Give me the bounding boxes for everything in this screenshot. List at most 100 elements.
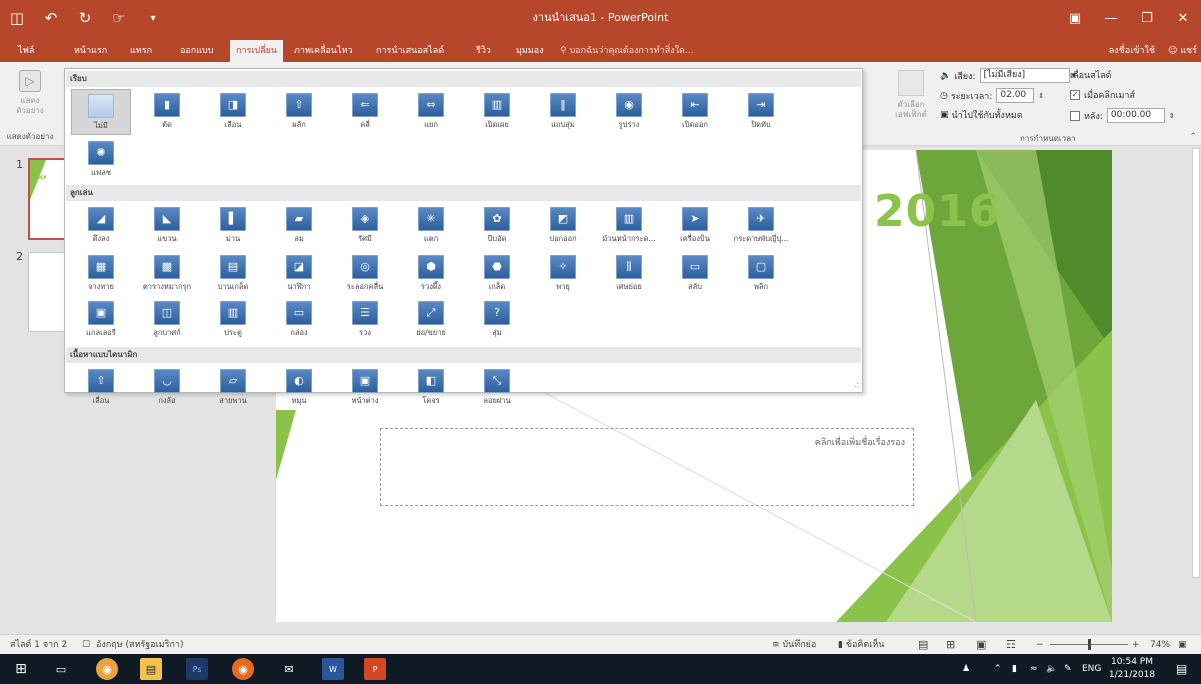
spell-check-icon[interactable]: ☐ xyxy=(82,635,90,655)
sound-dropdown[interactable]: [ไม่มีเสียง] xyxy=(979,68,1070,83)
touch-mode-icon[interactable]: ☞ xyxy=(102,0,136,36)
transition-subtle-8[interactable]: ◉ รูปร่าง xyxy=(599,89,659,135)
tab-insert[interactable]: แทรก xyxy=(124,40,158,62)
customize-icon[interactable]: ▾ xyxy=(136,0,170,36)
vertical-scrollbar[interactable] xyxy=(1191,146,1201,634)
tab-design[interactable]: ออกแบบ xyxy=(174,40,220,62)
transition-subtle-1[interactable]: ▮ ตัด xyxy=(137,89,197,135)
after-input[interactable]: 00:00.00 xyxy=(1106,108,1165,123)
wifi-icon[interactable]: ≈ xyxy=(1030,654,1038,684)
transition-subtle-2[interactable]: ◨ เลือน xyxy=(203,89,263,135)
transition-dynamic-4[interactable]: ▣ หน้าต่าง xyxy=(335,365,395,411)
transition-exciting-20[interactable]: ▭ สลับ xyxy=(665,251,725,297)
volume-icon[interactable]: 🔈 xyxy=(1046,654,1057,684)
comments-button[interactable]: ▮ ข้อคิดเห็น xyxy=(838,635,884,655)
transition-exciting-7[interactable]: ◩ ปอกออก xyxy=(533,203,593,249)
tab-file[interactable]: ไฟล์ xyxy=(12,40,40,62)
transition-exciting-17[interactable]: ⬣ เกล็ด xyxy=(467,251,527,297)
tab-review[interactable]: รีวิว xyxy=(470,40,497,62)
tell-me-box[interactable]: ⚲ บอกฉันว่าคุณต้องการทำสิ่งใด... xyxy=(560,40,693,62)
transition-exciting-13[interactable]: ▤ บานเกล็ด xyxy=(203,251,263,297)
transition-exciting-14[interactable]: ◪ นาฬิกา xyxy=(269,251,329,297)
transition-exciting-27[interactable]: ⤢ ย่อ/ขยาย xyxy=(401,297,461,343)
restore-icon[interactable]: ❐ xyxy=(1129,0,1165,36)
mail-icon[interactable]: ✉ xyxy=(278,658,300,680)
slideshow-view-icon[interactable]: ☶ xyxy=(1006,635,1016,655)
transition-exciting-24[interactable]: ▥ ประตู xyxy=(203,297,263,343)
transition-subtle-10[interactable]: ⇥ ปิดทับ xyxy=(731,89,791,135)
slide-thumbnail-2[interactable] xyxy=(28,252,68,332)
transition-exciting-9[interactable]: ➤ เครื่องบิน xyxy=(665,203,725,249)
transition-exciting-23[interactable]: ◫ ลูกบาศก์ xyxy=(137,297,197,343)
transition-subtle-9[interactable]: ⇤ เปิดออก xyxy=(665,89,725,135)
tab-transitions[interactable]: การเปลี่ยน xyxy=(230,40,284,62)
transition-exciting-16[interactable]: ⬢ รวงผึ้ง xyxy=(401,251,461,297)
fit-to-window-icon[interactable]: ▣ xyxy=(1178,635,1187,655)
subtitle-placeholder[interactable]: คลิกเพื่อเพิ่มชื่อเรื่องรอง xyxy=(380,428,914,506)
apply-all-button[interactable]: ▣ นำไปใช้กับทั้งหมด xyxy=(940,108,1023,122)
language-indicator[interactable]: อังกฤษ (สหรัฐอเมริกา) xyxy=(96,635,184,655)
transition-exciting-11[interactable]: ▦ จางหาย xyxy=(71,251,131,297)
after-spinner[interactable]: ⇕ xyxy=(1169,112,1175,120)
transition-subtle-6[interactable]: ▥ เปิดเผย xyxy=(467,89,527,135)
firefox-icon[interactable]: ◉ xyxy=(232,658,254,680)
zoom-out-icon[interactable]: − xyxy=(1036,635,1044,655)
transition-exciting-21[interactable]: ▢ พลิก xyxy=(731,251,791,297)
duration-input[interactable]: 02.00 xyxy=(996,88,1035,103)
effect-options-button[interactable]: ตัวเลือกเอฟเฟ็กต์ xyxy=(884,68,938,120)
transition-exciting-0[interactable]: ◢ ดึงลง xyxy=(71,203,131,249)
transition-subtle-4[interactable]: ⇐ คลี่ xyxy=(335,89,395,135)
transition-exciting-25[interactable]: ▭ กล่อง xyxy=(269,297,329,343)
transition-exciting-15[interactable]: ◎ ระลอกคลื่น xyxy=(335,251,395,297)
tab-view[interactable]: มุมมอง xyxy=(510,40,550,62)
photoshop-icon[interactable]: Ps xyxy=(186,658,208,680)
task-view-icon[interactable]: ▭ xyxy=(50,658,72,680)
tab-animations[interactable]: ภาพเคลื่อนไหว xyxy=(288,40,359,62)
battery-icon[interactable]: ▮ xyxy=(1012,654,1017,684)
transition-exciting-19[interactable]: ⫼ เศษย่อย xyxy=(599,251,659,297)
pen-icon[interactable]: ✎ xyxy=(1064,654,1072,684)
transition-exciting-18[interactable]: ✧ พายุ xyxy=(533,251,593,297)
windows-start-icon[interactable]: ⊞ xyxy=(10,658,32,680)
transition-exciting-2[interactable]: ▌ ม่าน xyxy=(203,203,263,249)
transition-exciting-5[interactable]: ✳ แตก xyxy=(401,203,461,249)
input-language[interactable]: ENG xyxy=(1082,654,1101,684)
people-icon[interactable]: ♟ xyxy=(962,654,970,684)
zoom-slider-knob[interactable] xyxy=(1088,639,1091,650)
zoom-in-icon[interactable]: + xyxy=(1132,635,1140,655)
transition-exciting-4[interactable]: ◈ รัศมี xyxy=(335,203,395,249)
action-center-icon[interactable]: ▤ xyxy=(1176,654,1187,684)
tab-home[interactable]: หน้าแรก xyxy=(68,40,113,62)
on-click-checkbox[interactable]: ✓ xyxy=(1070,90,1080,100)
resize-grip-icon[interactable]: ∴ xyxy=(855,381,860,390)
duration-spinner[interactable]: ⇕ xyxy=(1038,92,1044,100)
share-button[interactable]: ☺ แชร์ xyxy=(1168,40,1197,62)
ribbon-display-options-icon[interactable]: ▣ xyxy=(1057,0,1093,36)
transition-exciting-10[interactable]: ✈ กระดาษพับญี่ปุ... xyxy=(731,203,791,249)
normal-view-icon[interactable]: ▤ xyxy=(918,635,928,655)
undo-icon[interactable]: ↶ xyxy=(34,0,68,36)
slide-title-year[interactable]: 2016 xyxy=(874,186,1000,237)
powerpoint-icon[interactable]: P xyxy=(364,658,386,680)
transition-subtle-0[interactable]: ไม่มี xyxy=(71,89,131,135)
minimize-icon[interactable]: — xyxy=(1093,0,1129,36)
transition-subtle-11[interactable]: ✺ แฟลช xyxy=(71,137,131,183)
tab-slideshow[interactable]: การนำเสนอสไลด์ xyxy=(370,40,450,62)
transition-dynamic-6[interactable]: ⤡ ลอยผ่าน xyxy=(467,365,527,411)
slide-sorter-icon[interactable]: ⊞ xyxy=(946,635,955,655)
transition-exciting-28[interactable]: ? สุ่ม xyxy=(467,297,527,343)
sign-in-link[interactable]: ลงชื่อเข้าใช้ xyxy=(1109,40,1155,62)
transition-subtle-7[interactable]: ‖ แถบสุ่ม xyxy=(533,89,593,135)
taskbar-clock[interactable]: 10:54 PM 1/21/2018 xyxy=(1106,656,1158,682)
close-icon[interactable]: ✕ xyxy=(1165,0,1201,36)
transition-exciting-26[interactable]: ☰ รวง xyxy=(335,297,395,343)
redo-icon[interactable]: ↻ xyxy=(68,0,102,36)
zoom-level[interactable]: 74% xyxy=(1150,635,1170,655)
transition-exciting-8[interactable]: ▥ ม้วนหน้ากระด... xyxy=(599,203,659,249)
transition-subtle-5[interactable]: ⇔ แยก xyxy=(401,89,461,135)
transition-exciting-6[interactable]: ✿ บีบอัด xyxy=(467,203,527,249)
slide-thumbnail-1[interactable]: Micr xyxy=(28,158,68,240)
transition-subtle-3[interactable]: ⇧ ผลัก xyxy=(269,89,329,135)
chrome-icon[interactable]: ◉ xyxy=(96,658,118,680)
notes-button[interactable]: ≡ บันทึกย่อ xyxy=(772,635,816,655)
